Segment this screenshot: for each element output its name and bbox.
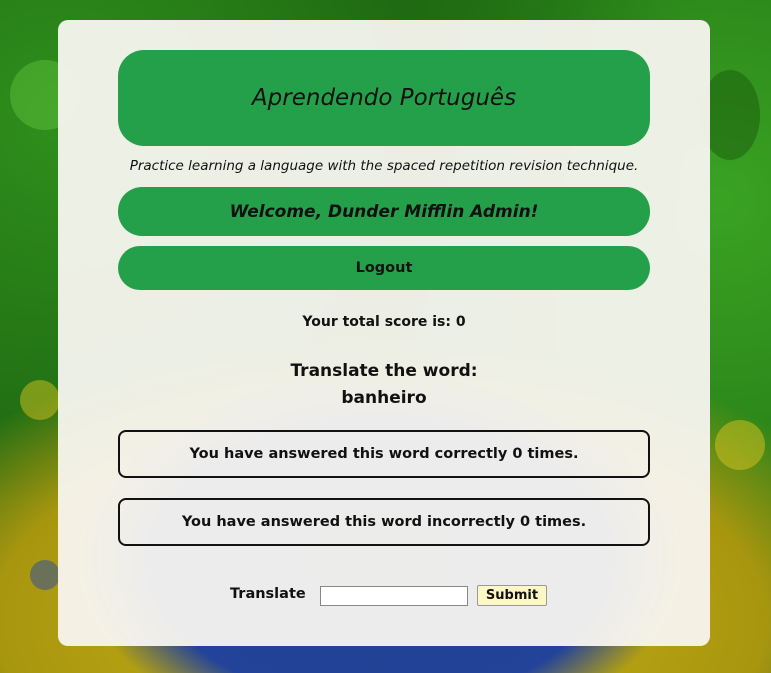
correct-count-box: You have answered this word correctly 0 … xyxy=(118,430,650,478)
logout-button[interactable]: Logout xyxy=(118,246,650,290)
incorrect-count-text: You have answered this word incorrectly … xyxy=(181,514,587,530)
translate-prompt: Translate the word: banheiro xyxy=(98,358,670,412)
translate-instruction: Translate the word: xyxy=(290,361,478,381)
translate-label: Translate xyxy=(230,586,306,602)
page-title: Aprendendo Português xyxy=(251,85,517,111)
submit-button[interactable]: Submit xyxy=(477,585,547,606)
main-card: Aprendendo Português Practice learning a… xyxy=(58,20,710,646)
total-score: Your total score is: 0 xyxy=(302,314,466,330)
correct-count-text: You have answered this word correctly 0 … xyxy=(189,446,579,462)
incorrect-count-box: You have answered this word incorrectly … xyxy=(118,498,650,546)
translate-form: Translate Submit xyxy=(98,583,670,609)
welcome-banner: Welcome, Dunder Mifflin Admin! xyxy=(118,187,650,236)
welcome-message: Welcome, Dunder Mifflin Admin! xyxy=(229,201,539,222)
title-banner: Aprendendo Português xyxy=(118,50,650,146)
current-word: banheiro xyxy=(341,388,427,408)
tagline: Practice learning a language with the sp… xyxy=(129,158,639,174)
translation-input[interactable] xyxy=(320,586,468,606)
